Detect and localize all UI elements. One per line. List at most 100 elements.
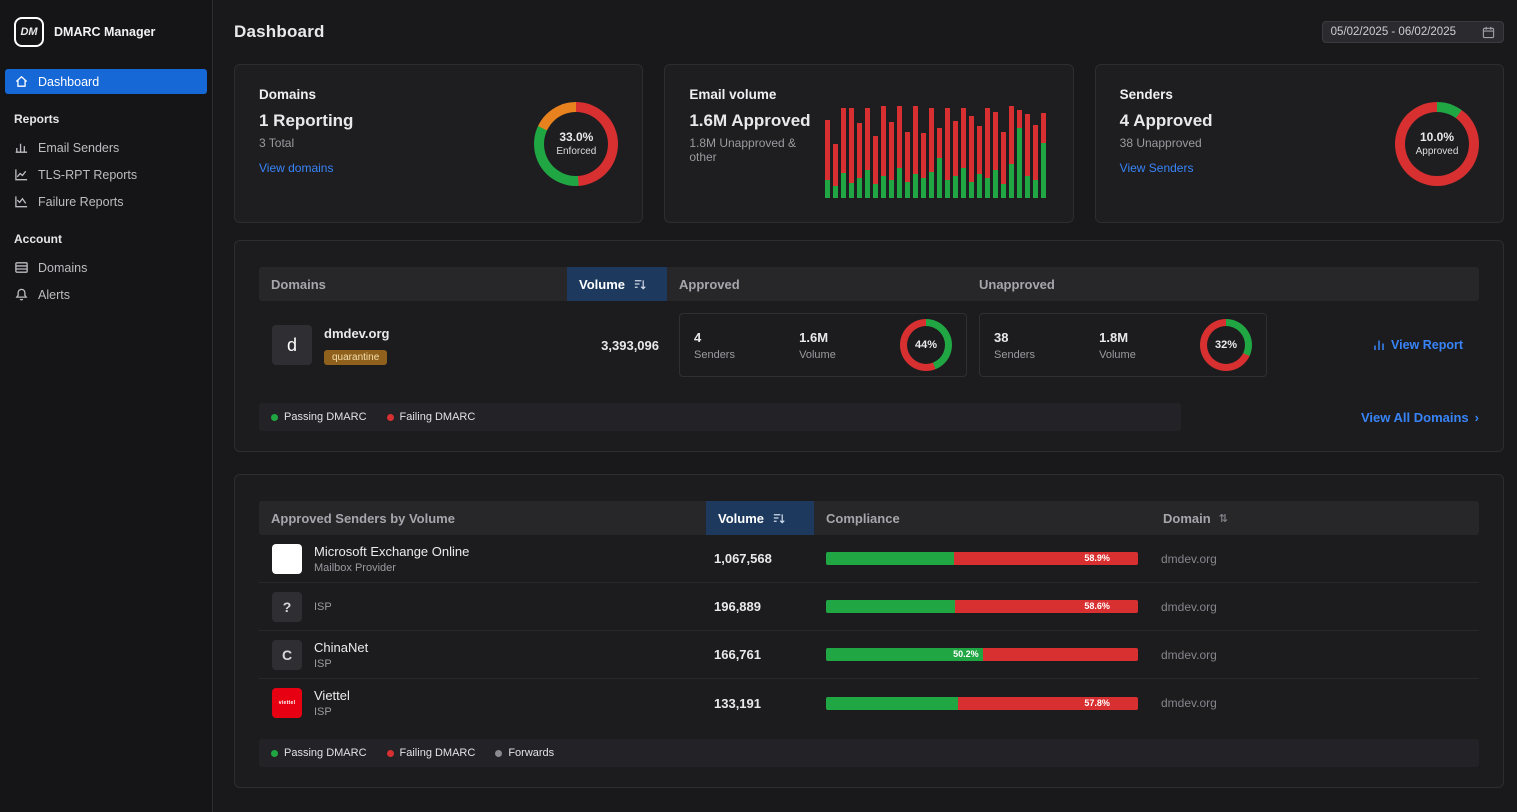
- volume-bar: [969, 116, 974, 198]
- volume-bar: [985, 108, 990, 198]
- sort-icon: ⇅: [1219, 512, 1228, 525]
- volume-bar: [881, 106, 886, 198]
- volume-bar: [1041, 113, 1046, 198]
- volume-bar: [1001, 132, 1006, 198]
- calendar-icon: [1482, 26, 1495, 39]
- sidebar-item-dashboard[interactable]: Dashboard: [5, 69, 207, 94]
- sidebar-item-domains[interactable]: Domains: [5, 255, 207, 280]
- domains-legend: Passing DMARC Failing DMARC: [259, 403, 1181, 431]
- donut-percent: 33.0%: [559, 130, 593, 144]
- approved-senders-panel: Approved Senders by Volume Volume Compli…: [234, 474, 1504, 788]
- volume-bar: [897, 106, 902, 198]
- unapproved-stats: 38 Senders 1.8M Volume 32%: [979, 313, 1267, 377]
- policy-badge: quarantine: [324, 350, 387, 365]
- viettel-logo-icon: viettel: [272, 688, 302, 718]
- sidebar-item-failure-reports[interactable]: Failure Reports: [5, 189, 207, 214]
- compliance-percent-label: 58.6%: [1084, 600, 1110, 613]
- view-report-link[interactable]: View Report: [1267, 338, 1479, 352]
- line-chart-icon: [14, 167, 29, 182]
- compliance-percent-label: 57.8%: [1084, 697, 1110, 710]
- column-header-volume[interactable]: Volume: [567, 267, 667, 301]
- volume-bar: [905, 132, 910, 198]
- sender-row[interactable]: Microsoft Exchange OnlineMailbox Provide…: [259, 535, 1479, 583]
- sidebar-item-tls-rpt-reports[interactable]: TLS-RPT Reports: [5, 162, 207, 187]
- domains-table-header: Domains Volume Approved Unapproved: [259, 267, 1479, 301]
- unapproved-volume-stat: 1.8M Volume: [1099, 330, 1136, 361]
- email-volume-card: Email volume 1.6M Approved 1.8M Unapprov…: [664, 64, 1073, 223]
- sidebar-section-account: Account: [0, 216, 212, 253]
- volume-bar: [937, 128, 942, 198]
- sidebar-item-label: Email Senders: [38, 141, 119, 155]
- green-dot-icon: [271, 750, 278, 757]
- sidebar-item-label: Dashboard: [38, 75, 99, 89]
- unapproved-volume: 1.8M Unapproved & other: [689, 136, 825, 164]
- report-chart-icon: [1373, 339, 1385, 351]
- view-senders-link[interactable]: View Senders: [1120, 161, 1213, 175]
- domains-reporting-count: 1 Reporting: [259, 111, 353, 131]
- sort-desc-icon: [772, 512, 785, 525]
- volume-bar: [921, 133, 926, 198]
- compliance-bar: 58.9%: [826, 552, 1138, 565]
- sort-desc-icon: [633, 278, 646, 291]
- approved-senders-stat: 4 Senders: [694, 330, 735, 361]
- sender-row[interactable]: CChinaNetISP166,76150.2%dmdev.org: [259, 631, 1479, 679]
- unapproved-pass-donut: 32%: [1200, 319, 1252, 371]
- column-header-sender: Approved Senders by Volume: [259, 501, 706, 535]
- domains-legend-row: Passing DMARC Failing DMARC View All Dom…: [259, 403, 1479, 431]
- volume-bar: [961, 108, 966, 198]
- sidebar-item-email-senders[interactable]: Email Senders: [5, 135, 207, 160]
- view-domains-link[interactable]: View domains: [259, 161, 353, 175]
- sidebar-section-reports: Reports: [0, 96, 212, 133]
- sender-row[interactable]: viettelViettelISP133,19157.8%dmdev.org: [259, 679, 1479, 727]
- volume-bar: [873, 136, 878, 198]
- domains-donut-chart: 33.0% Enforced: [534, 102, 618, 186]
- donut-sublabel: Enforced: [556, 146, 596, 157]
- app-name: DMARC Manager: [54, 25, 155, 39]
- domain-volume: 3,393,096: [567, 338, 667, 353]
- approved-volume-stat: 1.6M Volume: [799, 330, 836, 361]
- column-header-domain[interactable]: Domain ⇅: [1151, 501, 1479, 535]
- compliance-percent-label: 50.2%: [953, 648, 979, 661]
- senders-table-body: Microsoft Exchange OnlineMailbox Provide…: [259, 535, 1479, 727]
- sender-volume: 196,889: [706, 599, 814, 614]
- sender-type: ISP: [314, 706, 350, 718]
- unapproved-senders-stat: 38 Senders: [994, 330, 1035, 361]
- sidebar-item-label: TLS-RPT Reports: [38, 168, 137, 182]
- senders-card: Senders 4 Approved 38 Unapproved View Se…: [1095, 64, 1504, 223]
- senders-donut-chart: 10.0% Approved: [1395, 102, 1479, 186]
- compliance-bar: 57.8%: [826, 697, 1138, 710]
- legend-forwards: Forwards: [495, 747, 554, 759]
- bar-chart-icon: [14, 140, 29, 155]
- column-header-compliance: Compliance: [814, 501, 1151, 535]
- sender-type: ISP: [314, 601, 332, 613]
- email-volume-bar-chart: [825, 96, 1048, 198]
- domains-total-count: 3 Total: [259, 136, 353, 150]
- column-header-domains: Domains: [259, 267, 567, 301]
- volume-bar: [833, 144, 838, 198]
- donut-sublabel: Approved: [1416, 146, 1459, 157]
- volume-bar: [993, 112, 998, 198]
- column-header-volume[interactable]: Volume: [706, 501, 814, 535]
- senders-table-header: Approved Senders by Volume Volume Compli…: [259, 501, 1479, 535]
- sender-name: Viettel: [314, 688, 350, 703]
- volume-bar: [913, 106, 918, 198]
- green-dot-icon: [271, 414, 278, 421]
- sender-row[interactable]: ?ISP196,88958.6%dmdev.org: [259, 583, 1479, 631]
- domain-avatar: d: [272, 325, 312, 365]
- column-header-approved: Approved: [667, 267, 967, 301]
- bell-icon: [14, 287, 29, 302]
- date-range-picker[interactable]: 05/02/2025 - 06/02/2025: [1322, 21, 1504, 43]
- trend-chart-icon: [14, 194, 29, 209]
- volume-bar: [945, 108, 950, 198]
- volume-bar: [1017, 110, 1022, 198]
- legend-passing-dmarc: Passing DMARC: [271, 411, 367, 423]
- volume-bar: [865, 108, 870, 198]
- domain-row[interactable]: d dmdev.org quarantine 3,393,096 4 Sende…: [259, 301, 1479, 389]
- volume-bar: [1025, 114, 1030, 198]
- approved-senders-count: 4 Approved: [1120, 111, 1213, 131]
- sender-name: ChinaNet: [314, 640, 368, 655]
- sidebar-item-alerts[interactable]: Alerts: [5, 282, 207, 307]
- volume-bar: [849, 108, 854, 198]
- view-all-domains-link[interactable]: View All Domains ›: [1361, 410, 1479, 425]
- approved-stats: 4 Senders 1.6M Volume 44%: [679, 313, 967, 377]
